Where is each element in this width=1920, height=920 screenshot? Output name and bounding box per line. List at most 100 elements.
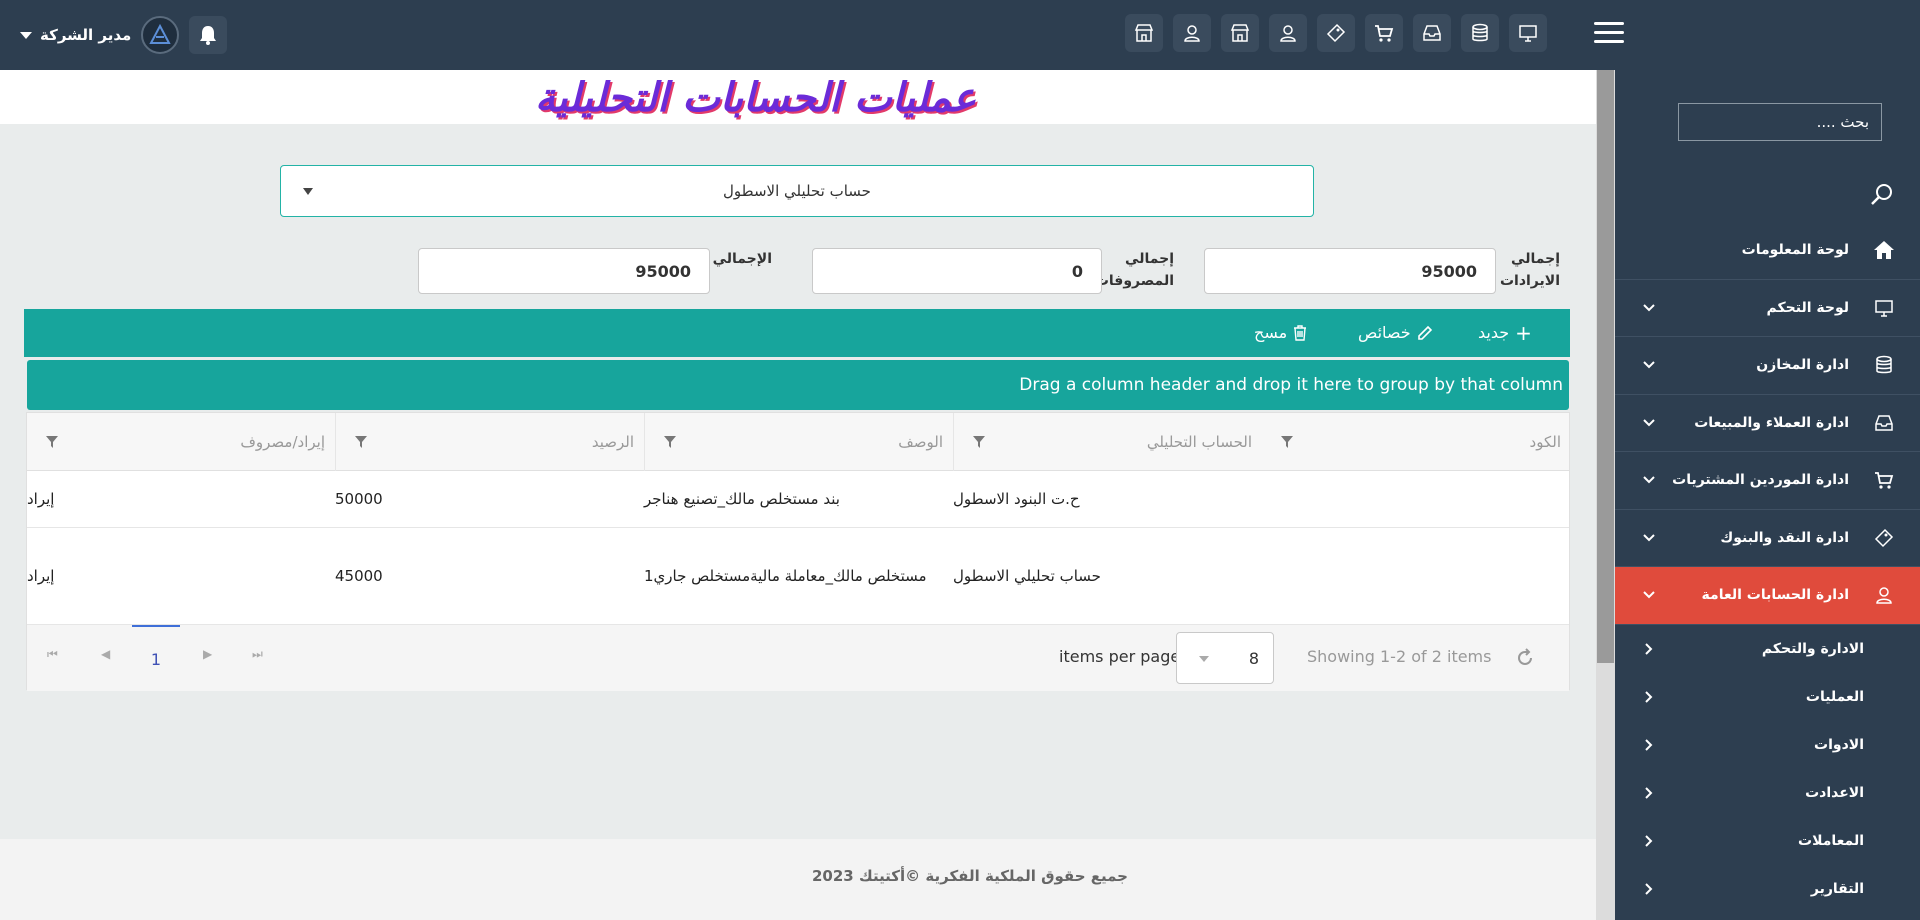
column-header-analytic-account[interactable]: الحساب التحليلي [953,413,1262,471]
cell-description: مستخلص مالك_معاملة ماليةمستخلص جاري1 [644,567,927,585]
filter-icon[interactable] [663,435,677,449]
chevron-right-icon [1641,881,1657,897]
grand-total-field[interactable]: 95000 [418,248,710,294]
sidebar-subitem-tools[interactable]: الادوات [1615,721,1920,769]
selected-account: حساب تحليلي الاسطول [723,182,871,200]
inbox-button[interactable] [1413,14,1451,52]
cell-type: إيراد [27,490,55,508]
sidebar-item-label: لوحة التحكم [1766,299,1849,316]
sidebar-subitem-operations[interactable]: العمليات [1615,673,1920,721]
sidebar-item-label: ادارة الحسابات العامة [1701,587,1849,604]
chevron-down-icon [1641,530,1657,546]
trash-icon [1294,324,1307,341]
sidebar-subitem-admin-control[interactable]: الادارة والتحكم [1615,625,1920,673]
sidebar-item-label: ادارة العملاء والمبيعات [1694,414,1849,431]
user-button[interactable] [1269,14,1307,52]
column-title: الحساب التحليلي [1146,433,1252,451]
filter-icon[interactable] [45,435,59,449]
new-button[interactable]: + جديد [1478,320,1532,345]
grand-total-label: الإجمالي [712,251,772,267]
filter-icon[interactable] [354,435,368,449]
avatar[interactable] [141,16,180,54]
menu-toggle-icon[interactable] [1594,22,1624,46]
store-button[interactable] [1125,14,1163,52]
column-header-code[interactable]: الكود [1262,413,1571,471]
refresh-icon[interactable] [1515,648,1535,668]
page-title: عمليات الحسابات التحليلية [535,74,977,121]
scrollbar-thumb[interactable] [1597,70,1614,663]
chevron-down-icon [1641,357,1657,373]
chevron-down-icon [1641,415,1657,431]
cell-type: إيراد [27,567,55,585]
search-icon[interactable] [1869,182,1895,208]
dropdown-arrow-icon [303,188,313,195]
sidebar-subitem-label: العمليات [1805,688,1864,705]
column-header-description[interactable]: الوصف [644,413,953,471]
filter-icon[interactable] [1280,435,1294,449]
user-icon [1280,25,1296,42]
page-number-current[interactable]: 1 [132,625,180,691]
sidebar-item-dashboard[interactable]: لوحة المعلومات [1615,222,1920,280]
cell-balance: 45000 [335,567,383,585]
database-button[interactable] [1461,14,1499,52]
data-grid: الكود الحساب التحليلي الوصف الرصيد إيراد… [26,412,1570,691]
sidebar-item-warehouses[interactable]: ادارة المخازن [1615,337,1920,395]
sidebar-subitem-transactions[interactable]: المعاملات [1615,817,1920,865]
sidebar-subitem-settings[interactable]: الاعدادت [1615,769,1920,817]
user-button[interactable] [1173,14,1211,52]
sidebar-item-cash-banks[interactable]: ادارة النقد والبنوك [1615,510,1920,567]
sidebar-search-input[interactable] [1678,103,1882,141]
sidebar-item-label: ادارة المخازن [1756,357,1849,374]
sidebar-item-label: ادارة الموردين المشتريات [1672,472,1849,489]
caret-down-icon [20,31,32,39]
sidebar-item-label: ادارة النقد والبنوك [1720,529,1849,546]
table-row[interactable]: حساب تحليلي الاسطول مستخلص مالك_معاملة م… [27,528,1569,625]
last-page-icon[interactable]: ⏭ [252,647,263,662]
ticket-icon [1874,528,1894,547]
grid-toolbar: + جديد خصائص مسح [24,309,1570,357]
items-per-page-select[interactable]: 8 [1176,632,1274,684]
properties-button[interactable]: خصائص [1358,323,1433,342]
chevron-down-icon [1641,300,1657,316]
prev-page-icon[interactable]: ◀ [101,647,110,661]
sidebar-subitem-reports[interactable]: التقارير [1615,865,1920,913]
filter-icon[interactable] [972,435,986,449]
monitor-button[interactable] [1509,14,1547,52]
sidebar-item-label: لوحة المعلومات [1741,242,1849,259]
sidebar: لوحة المعلومات لوحة التحكم ادارة المخازن… [1615,70,1920,920]
store-button[interactable] [1221,14,1259,52]
column-header-balance[interactable]: الرصيد [335,413,644,471]
user-menu[interactable]: مدير الشركة [20,26,131,44]
ticket-button[interactable] [1317,14,1355,52]
group-by-drop-zone[interactable]: Drag a column header and drop it here to… [27,360,1569,410]
cart-button[interactable] [1365,14,1403,52]
expenses-total-field[interactable]: 0 [812,248,1102,294]
sidebar-item-general-accounts[interactable]: ادارة الحسابات العامة [1615,567,1920,625]
database-icon [1876,356,1892,374]
chevron-right-icon [1641,833,1657,849]
dropdown-arrow-icon [1199,656,1209,662]
plus-icon: + [1515,320,1532,345]
monitor-icon [1875,300,1893,317]
sidebar-item-control-panel[interactable]: لوحة التحكم [1615,280,1920,337]
main-scrollbar[interactable] [1596,70,1615,920]
grid-header: الكود الحساب التحليلي الوصف الرصيد إيراد… [27,413,1569,471]
inbox-icon [1875,415,1893,431]
table-row[interactable]: ح.ت البنود الاسطول بند مستخلص مالك_تصنيع… [27,471,1569,528]
sidebar-item-suppliers-purchases[interactable]: ادارة الموردين المشتريات [1615,452,1920,510]
notifications-button[interactable] [189,16,228,54]
chevron-down-icon [1641,587,1657,603]
column-header-type[interactable]: إيراد/مصروف [27,413,335,471]
delete-button[interactable]: مسح [1254,323,1307,342]
column-title: الرصيد [591,433,634,451]
chevron-right-icon [1641,737,1657,753]
user-name: مدير الشركة [40,26,132,44]
next-page-icon[interactable]: ▶ [203,647,212,661]
showing-info: Showing 1-2 of 2 items [1307,647,1492,666]
expenses-total-label: إجمالي المصروفات [1094,251,1174,289]
cell-code [1262,528,1571,624]
sidebar-item-customers-sales[interactable]: ادارة العملاء والمبيعات [1615,395,1920,452]
revenue-total-field[interactable]: 95000 [1204,248,1496,294]
analytic-account-select[interactable]: حساب تحليلي الاسطول [280,165,1314,217]
first-page-icon[interactable]: ⏮ [47,647,58,662]
